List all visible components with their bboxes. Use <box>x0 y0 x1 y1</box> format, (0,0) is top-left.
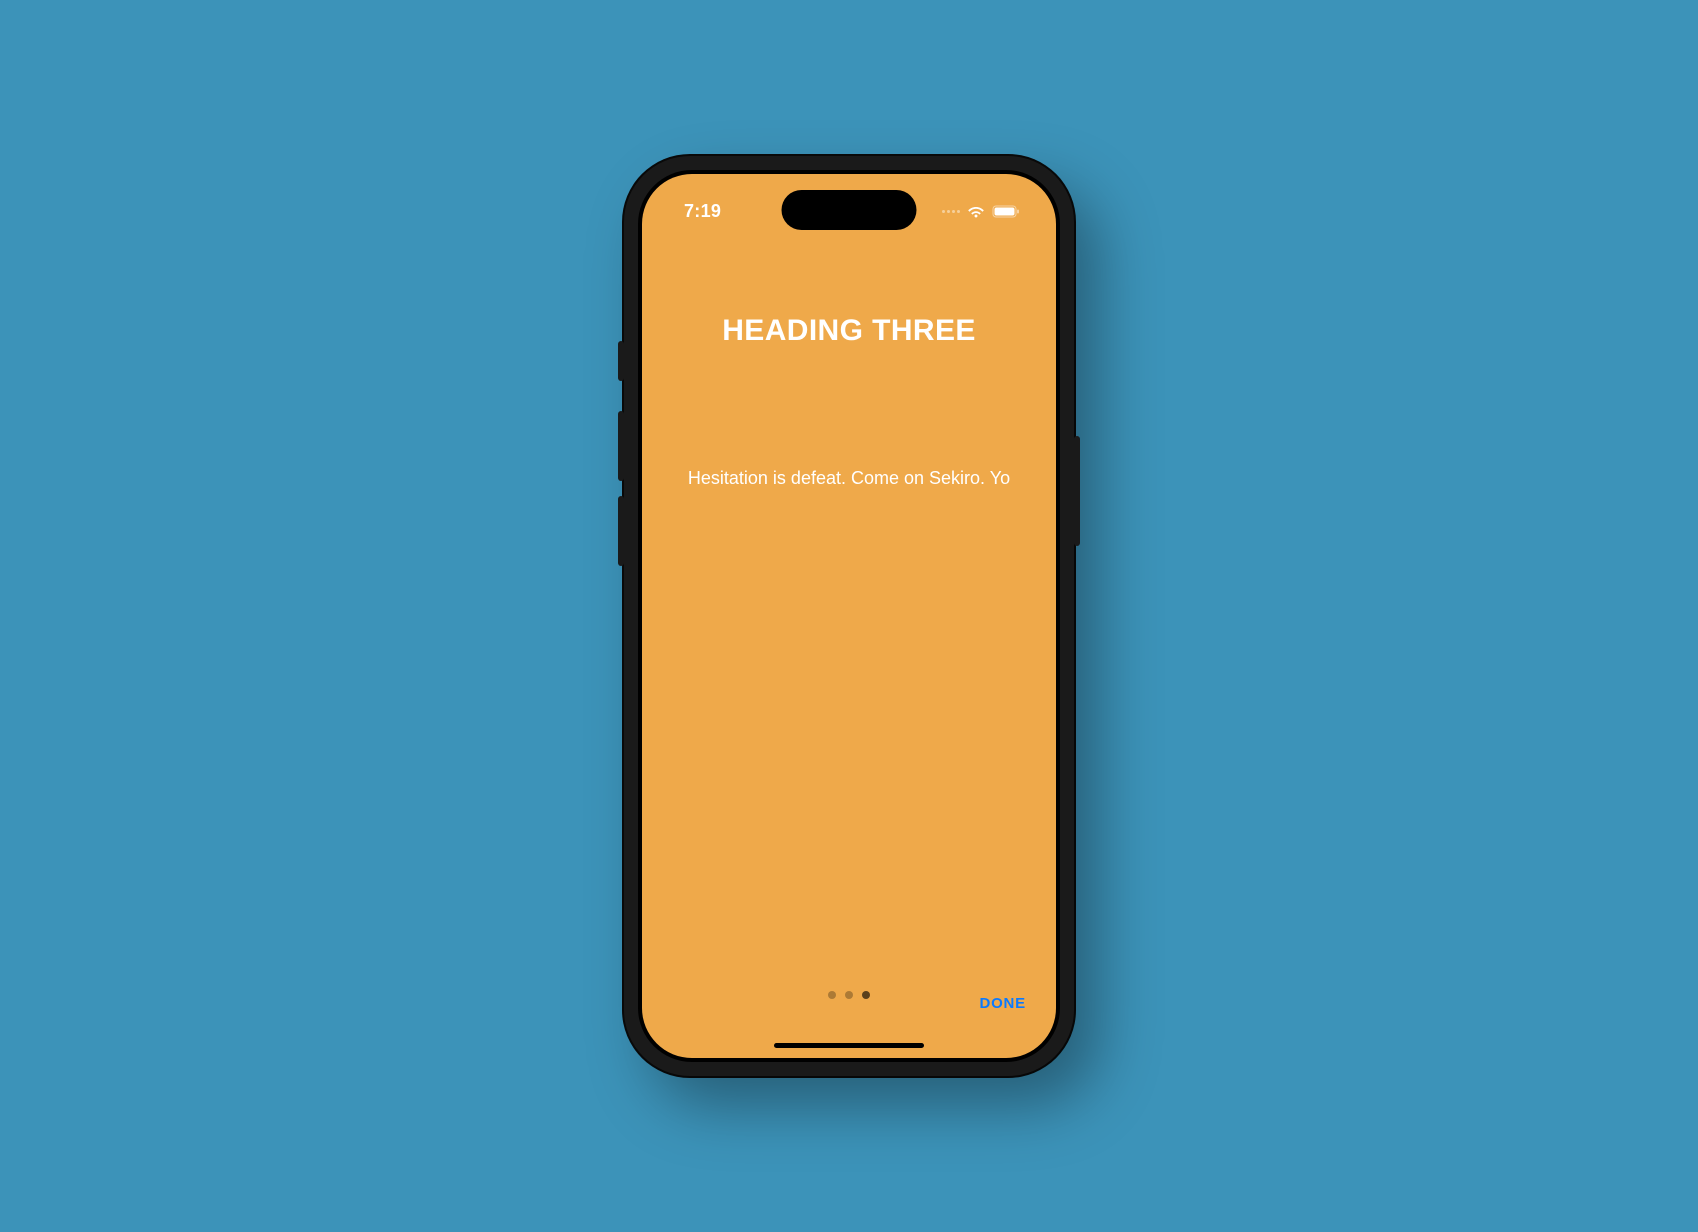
phone-frame: 7:19 <box>624 156 1074 1076</box>
volume-down-button <box>618 496 624 566</box>
onboarding-page[interactable]: HEADING THREE Hesitation is defeat. Come… <box>642 174 1056 1058</box>
page-dot[interactable] <box>845 991 853 999</box>
cellular-icon <box>942 210 960 213</box>
volume-up-button <box>618 411 624 481</box>
dynamic-island <box>782 190 917 230</box>
mute-switch <box>618 341 624 381</box>
screen[interactable]: 7:19 <box>642 174 1056 1058</box>
page-indicator[interactable] <box>828 991 870 999</box>
phone-bezel: 7:19 <box>638 170 1060 1062</box>
page-body-text: Hesitation is defeat. Come on Sekiro. Yo <box>666 468 1032 489</box>
status-icons <box>942 205 1020 218</box>
page-heading: HEADING THREE <box>666 314 1032 348</box>
power-button <box>1074 436 1080 546</box>
home-indicator[interactable] <box>774 1043 924 1048</box>
wifi-icon <box>967 205 985 218</box>
battery-icon <box>992 205 1020 218</box>
page-dot-active[interactable] <box>862 991 870 999</box>
done-button[interactable]: DONE <box>979 995 1026 1012</box>
status-time: 7:19 <box>684 201 721 222</box>
page-dot[interactable] <box>828 991 836 999</box>
